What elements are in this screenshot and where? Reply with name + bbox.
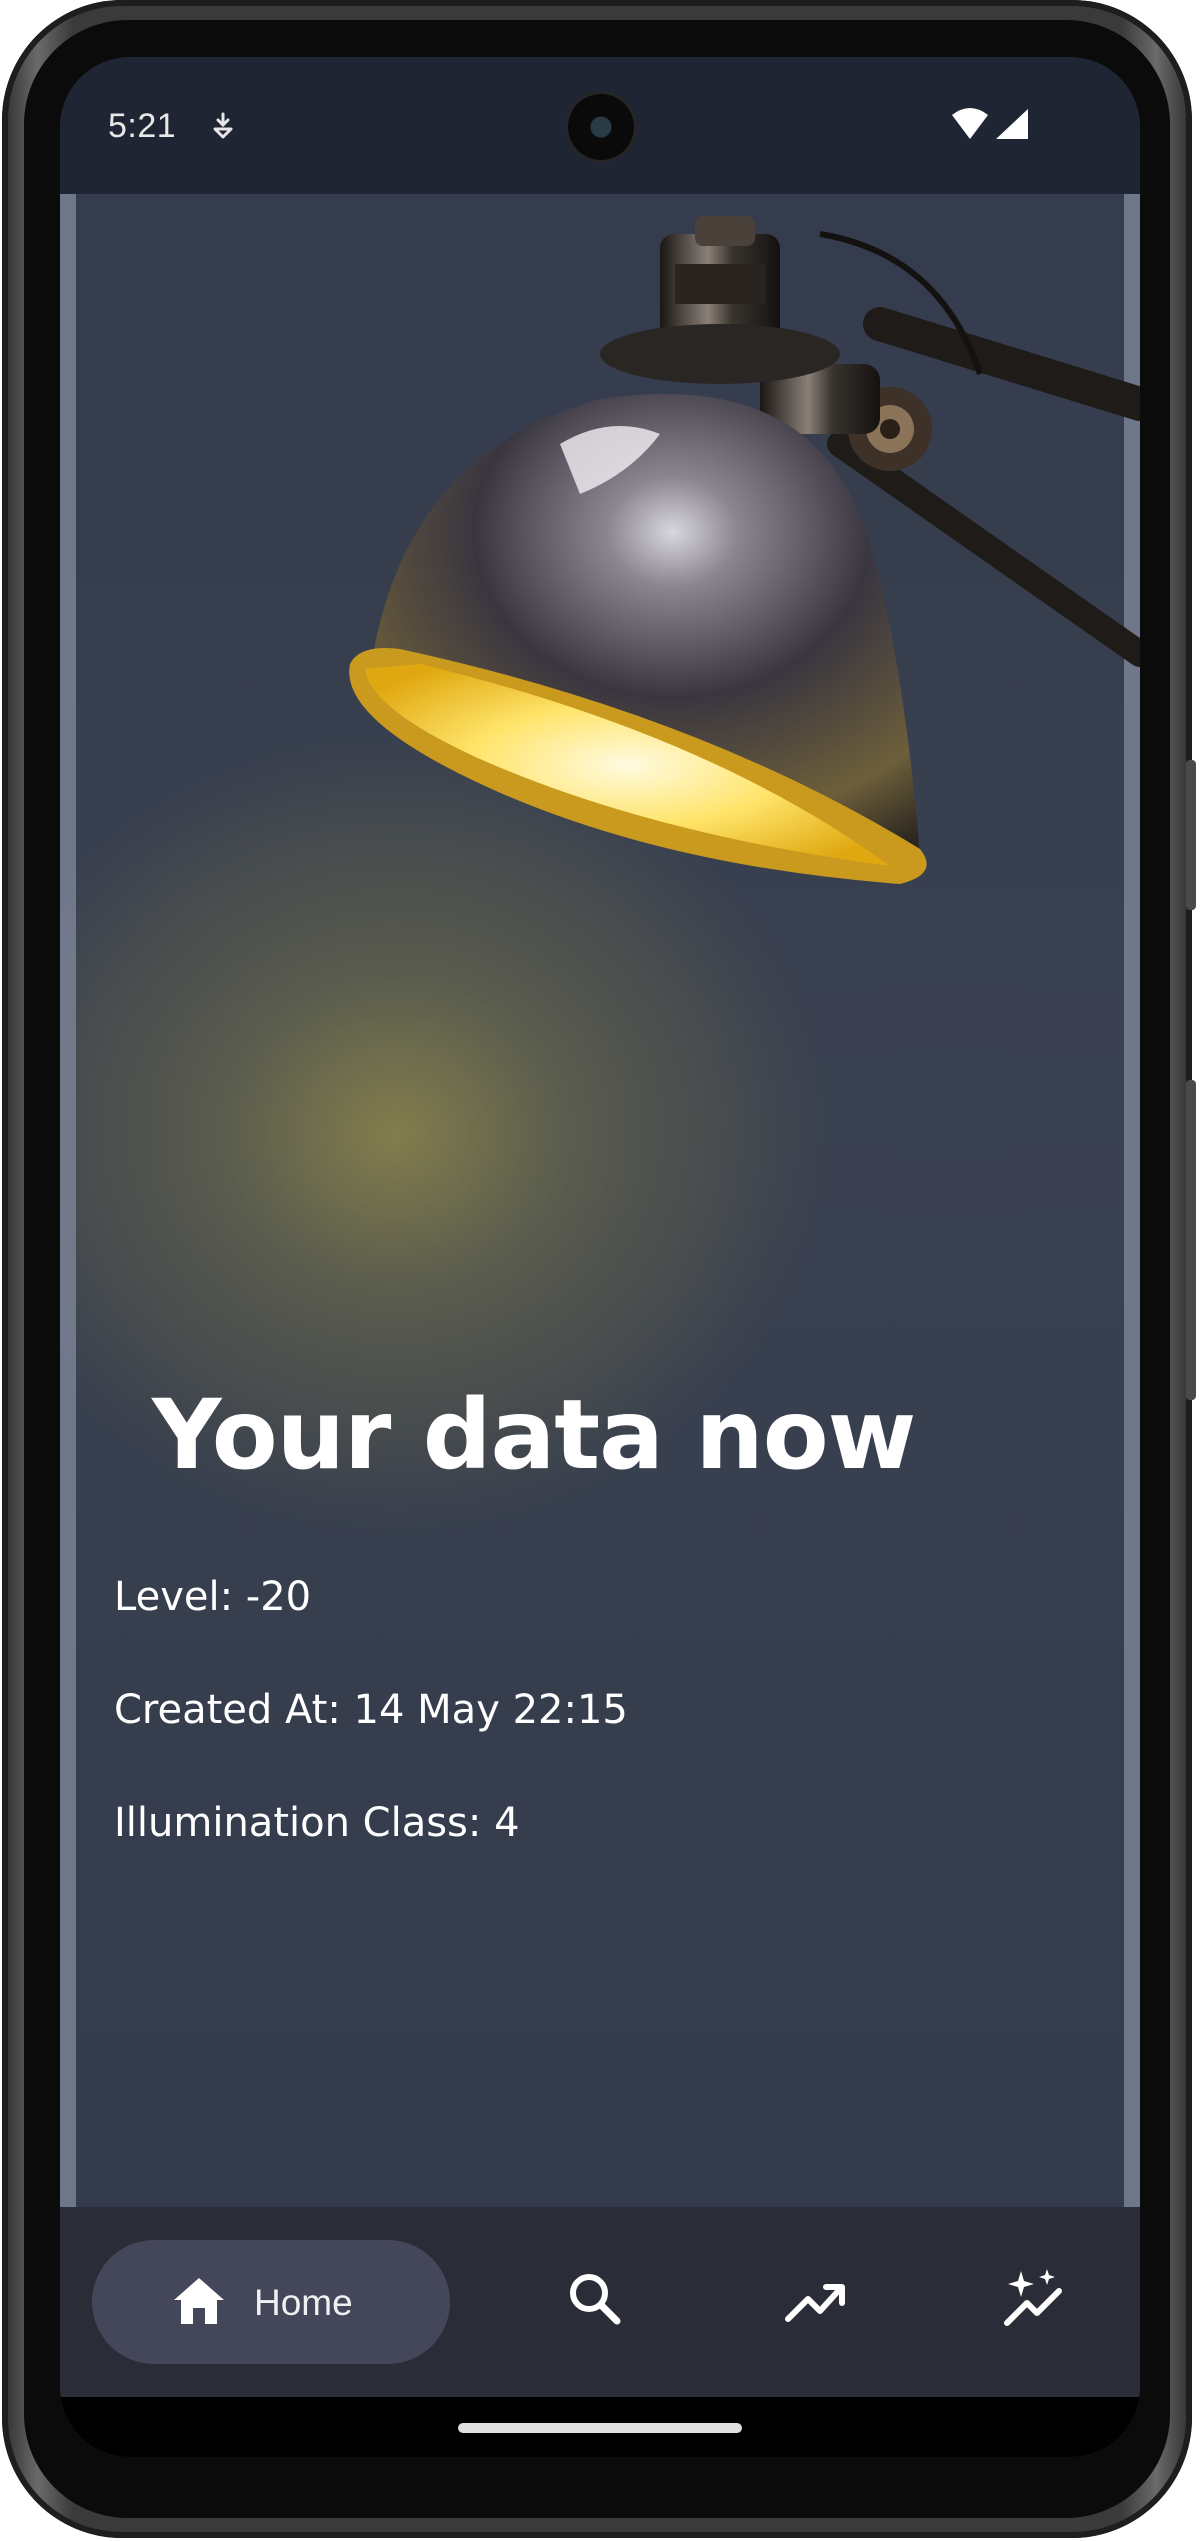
phone-frame: 5:21 Your data now Level: -20 Created At…	[2, 0, 1196, 2538]
gesture-handle[interactable]	[458, 2423, 742, 2433]
status-bar: 5:21	[60, 57, 1140, 194]
desk-lamp-illustration	[349, 216, 1140, 884]
sparkle-chart-icon[interactable]	[995, 2261, 1075, 2341]
trending-up-icon[interactable]	[776, 2261, 856, 2341]
bottom-navigation: Home	[60, 2207, 1140, 2397]
front-camera	[568, 94, 634, 160]
wifi-icon	[952, 108, 988, 139]
nav-home-label: Home	[254, 2282, 353, 2323]
nav-home-button[interactable]: Home	[92, 2240, 450, 2364]
screen: 5:21 Your data now Level: -20 Created At…	[60, 57, 1140, 2457]
status-time: 5:21	[108, 107, 177, 145]
page-title: Your data now	[152, 1379, 916, 1491]
level-text: Level: -20	[114, 1574, 312, 1620]
volume-button	[1186, 1080, 1196, 1400]
main-content: Your data now Level: -20 Created At: 14 …	[60, 194, 1140, 2207]
gesture-navigation-area	[60, 2397, 1140, 2457]
cell-signal-icon	[996, 109, 1028, 139]
left-edge	[60, 194, 76, 2207]
search-icon[interactable]	[557, 2261, 637, 2341]
power-button	[1186, 760, 1196, 910]
home-icon	[174, 2278, 224, 2324]
download-notification-icon	[213, 112, 233, 139]
illumination-class-text: Illumination Class: 4	[114, 1800, 520, 1846]
created-at-text: Created At: 14 May 22:15	[114, 1687, 628, 1733]
